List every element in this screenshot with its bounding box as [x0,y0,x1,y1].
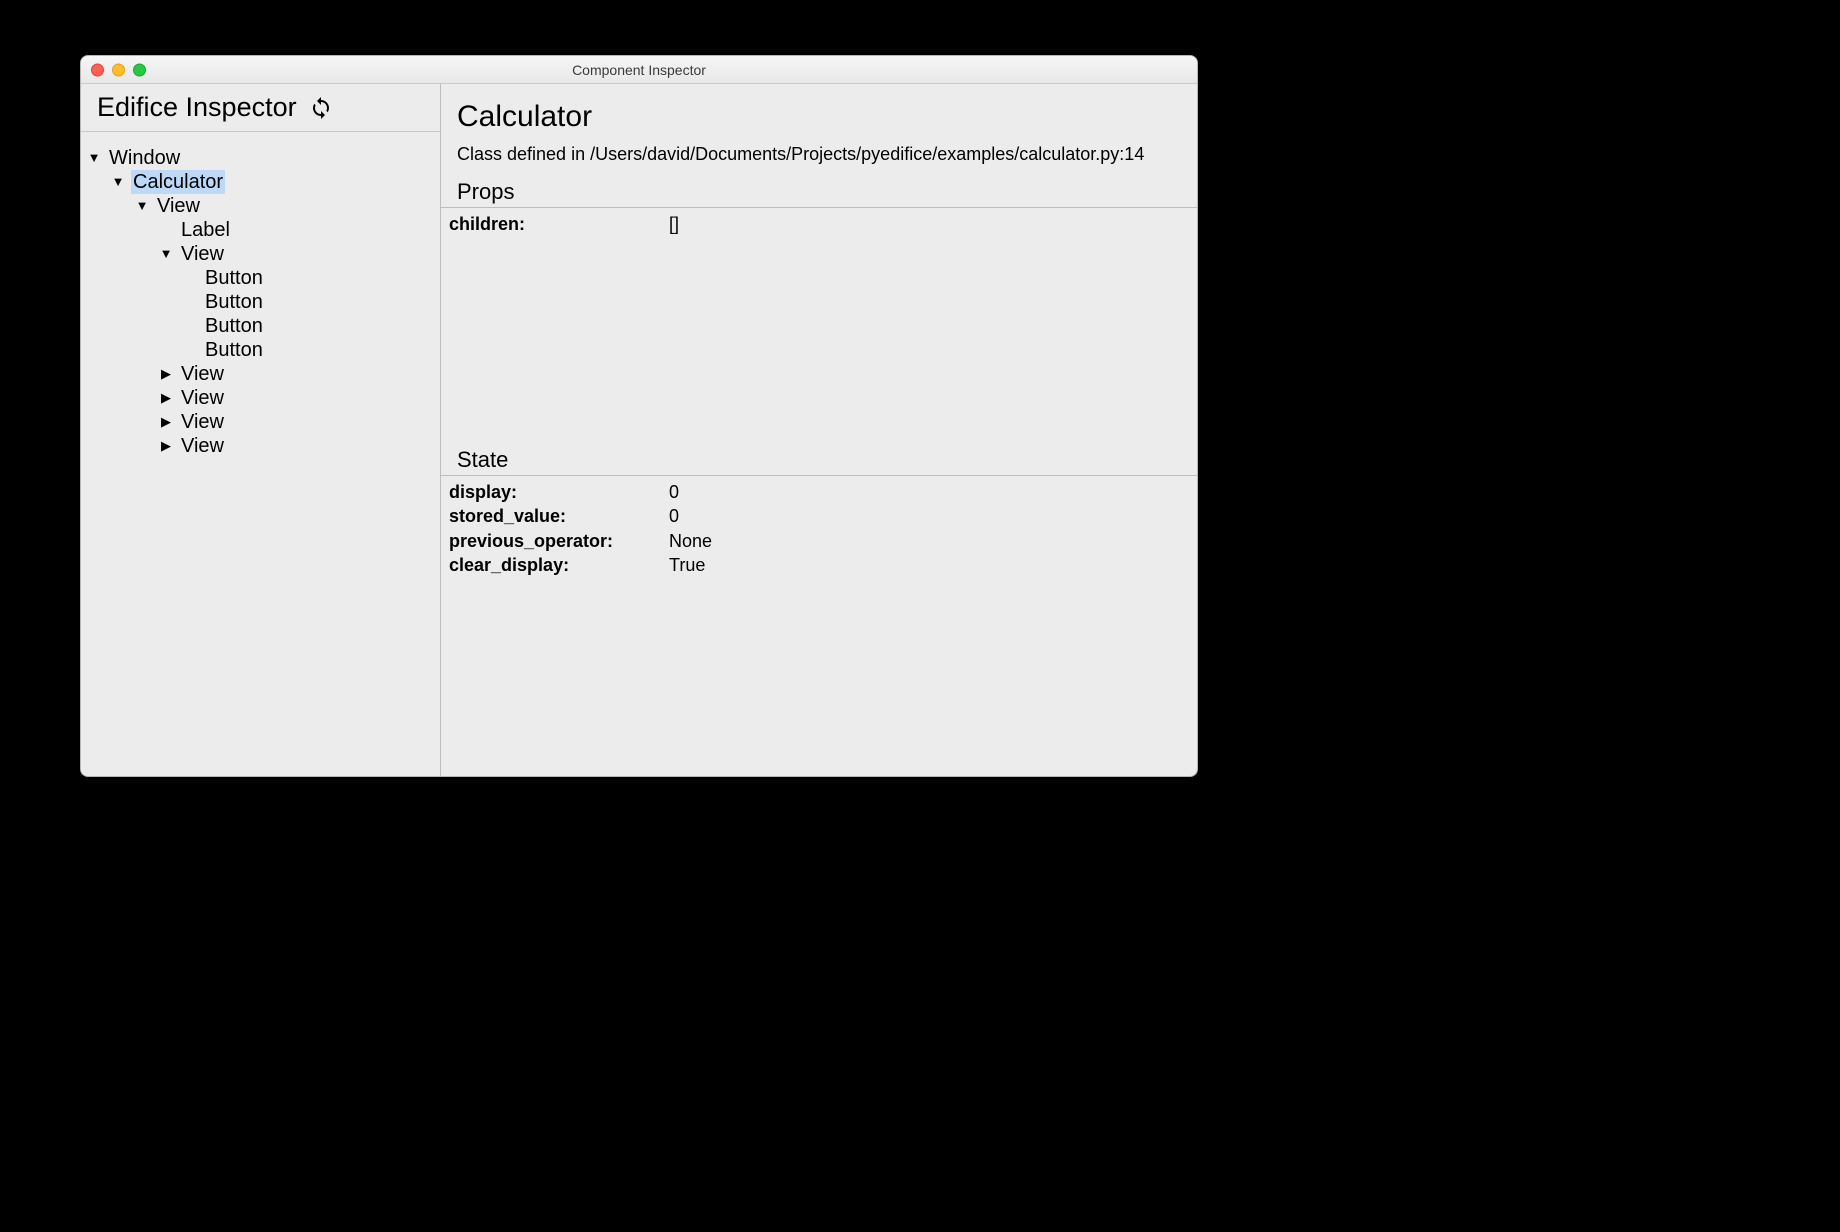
tree-item-view[interactable]: ▶ View [81,362,440,386]
refresh-icon[interactable] [309,96,333,120]
state-row: stored_value: 0 [449,504,1189,528]
tree-item-label: Button [205,338,263,362]
state-row: display: 0 [449,480,1189,504]
disclosure-right-icon[interactable]: ▶ [159,438,173,454]
tree-item-label: View [181,362,224,386]
titlebar[interactable]: Component Inspector [81,56,1197,84]
props-list: children: [] [441,208,1197,439]
sidebar-header: Edifice Inspector [81,84,440,132]
maximize-icon[interactable] [133,63,146,76]
state-list: display: 0 stored_value: 0 previous_oper… [441,476,1197,776]
tree-item-button[interactable]: ▼ Button [81,266,440,290]
prop-value: [] [669,212,1189,236]
sidebar: Edifice Inspector ▼ Window ▼ Calculator [81,84,441,776]
tree-item-label: View [157,194,200,218]
minimize-icon[interactable] [112,63,125,76]
tree-item-label: Button [205,266,263,290]
state-value: True [669,553,1189,577]
component-title: Calculator [441,84,1197,140]
sidebar-title: Edifice Inspector [97,92,297,123]
tree-item-view[interactable]: ▶ View [81,434,440,458]
close-icon[interactable] [91,63,104,76]
tree-item-button[interactable]: ▼ Button [81,290,440,314]
tree-item-label: Button [205,314,263,338]
disclosure-down-icon[interactable]: ▼ [111,174,125,190]
tree-item-view[interactable]: ▼ View [81,194,440,218]
state-value: 0 [669,504,1189,528]
tree-item-view[interactable]: ▶ View [81,386,440,410]
state-value: 0 [669,480,1189,504]
disclosure-right-icon[interactable]: ▶ [159,390,173,406]
state-value: None [669,529,1189,553]
state-section: State display: 0 stored_value: 0 previou… [441,445,1197,776]
details-panel: Calculator Class defined in /Users/david… [441,84,1197,776]
props-header: Props [441,177,1197,208]
disclosure-down-icon[interactable]: ▼ [159,246,173,262]
tree-item-button[interactable]: ▼ Button [81,314,440,338]
state-key: stored_value: [449,504,669,528]
disclosure-right-icon[interactable]: ▶ [159,366,173,382]
tree-item-window[interactable]: ▼ Window [81,146,440,170]
tree-item-label: View [181,410,224,434]
state-key: clear_display: [449,553,669,577]
props-section: Props children: [] [441,177,1197,439]
tree-item-button[interactable]: ▼ Button [81,338,440,362]
window-controls [91,63,146,76]
disclosure-right-icon[interactable]: ▶ [159,414,173,430]
disclosure-down-icon[interactable]: ▼ [135,198,149,214]
prop-row: children: [] [449,212,1189,236]
app-window: Component Inspector Edifice Inspector ▼ … [80,55,1198,777]
tree-item-label: View [181,386,224,410]
body: Edifice Inspector ▼ Window ▼ Calculator [81,84,1197,776]
state-key: display: [449,480,669,504]
tree-item-view[interactable]: ▶ View [81,410,440,434]
tree-item-label: Window [109,146,180,170]
state-key: previous_operator: [449,529,669,553]
component-tree: ▼ Window ▼ Calculator ▼ View ▼ Label ▼ [81,132,440,458]
state-row: clear_display: True [449,553,1189,577]
prop-key: children: [449,212,669,236]
tree-item-view[interactable]: ▼ View [81,242,440,266]
tree-item-label: Button [205,290,263,314]
tree-item-label: Label [181,218,230,242]
class-definition-line: Class defined in /Users/david/Documents/… [441,140,1197,177]
disclosure-down-icon[interactable]: ▼ [87,150,101,166]
tree-item-label[interactable]: ▼ Label [81,218,440,242]
tree-item-label: View [181,434,224,458]
state-row: previous_operator: None [449,529,1189,553]
tree-item-label: View [181,242,224,266]
tree-item-label: Calculator [131,170,225,194]
window-title: Component Inspector [81,62,1197,78]
tree-item-calculator[interactable]: ▼ Calculator [81,170,440,194]
state-header: State [441,445,1197,476]
